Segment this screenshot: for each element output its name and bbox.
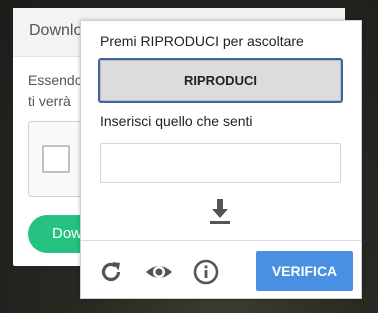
audio-instruction: Premi RIPRODUCI per ascoltare [100,33,304,49]
play-button[interactable]: RIPRODUCI [98,58,343,103]
background-dialog-text-line2: ti verrà [28,93,71,109]
footer-divider [81,240,361,241]
verify-button[interactable]: VERIFICA [256,251,353,291]
audio-challenge-popup: Premi RIPRODUCI per ascoltare RIPRODUCI … [80,20,362,299]
background-dialog-title: Downlo [29,22,83,39]
recaptcha-checkbox[interactable] [42,145,70,173]
audio-response-input[interactable] [100,143,341,183]
reload-icon[interactable] [98,259,124,285]
background-dialog-text-line1: Essendo [28,72,83,88]
background-dialog-text: Essendo ti verrà [28,70,82,112]
audio-response-label: Inserisci quello che senti [100,113,253,129]
download-icon[interactable] [208,197,232,225]
info-icon[interactable] [193,259,219,285]
eye-icon[interactable] [144,259,174,285]
